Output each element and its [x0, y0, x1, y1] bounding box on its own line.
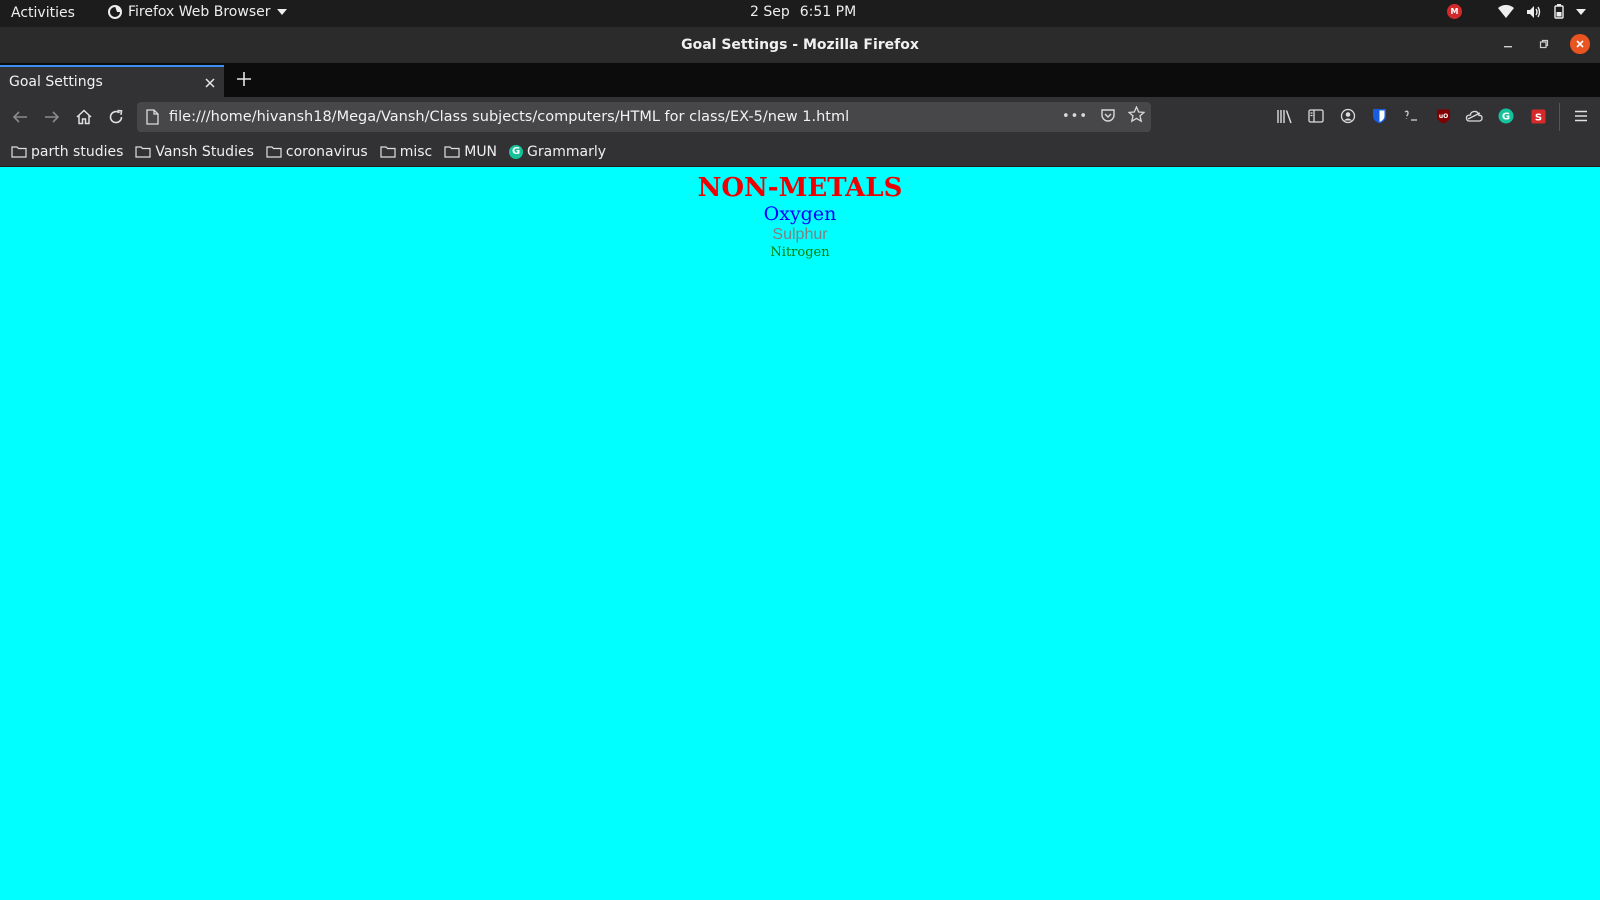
reload-icon — [109, 109, 123, 124]
back-arrow-icon — [12, 111, 27, 123]
tab-label: Goal Settings — [9, 74, 103, 90]
window-title-bar: Goal Settings - Mozilla Firefox — [0, 27, 1600, 63]
library-button[interactable] — [1273, 105, 1295, 127]
grammarly-icon: G — [509, 144, 524, 159]
folder-icon — [266, 146, 282, 158]
url-actions: ••• — [1062, 105, 1146, 127]
minimize-icon — [1504, 46, 1512, 48]
folder-icon — [380, 146, 396, 158]
bookmark-label: MUN — [464, 143, 498, 160]
bookmark-label: parth studies — [31, 143, 124, 160]
clock-date: 2 Sep — [750, 4, 790, 20]
system-tray[interactable]: M — [1447, 4, 1586, 19]
terminal-icon — [1404, 110, 1417, 121]
list-item-nitrogen: Nitrogen — [770, 245, 830, 260]
ublock-icon: uO — [1436, 109, 1450, 124]
star-icon — [1127, 105, 1146, 123]
page-content: NON-METALS Oxygen Sulphur Nitrogen — [0, 167, 1600, 900]
url-text: file:///home/hivansh18/Mega/Vansh/Class … — [169, 109, 850, 125]
restore-icon — [1539, 39, 1549, 49]
address-bar[interactable]: file:///home/hivansh18/Mega/Vansh/Class … — [137, 102, 1151, 132]
system-top-bar: Activities Firefox Web Browser 2 Sep 6:51… — [0, 0, 1600, 27]
folder-icon — [135, 146, 151, 158]
svg-text:S: S — [1534, 112, 1541, 123]
close-icon — [205, 78, 215, 88]
home-icon — [76, 109, 92, 125]
account-icon — [1340, 108, 1356, 124]
folder-icon — [444, 146, 460, 158]
pocket-button[interactable] — [1100, 107, 1116, 127]
bookmarks-toolbar: parth studies Vansh Studies coronavirus … — [0, 137, 1600, 167]
tab-close-button[interactable] — [204, 72, 216, 93]
activities-button[interactable]: Activities — [11, 5, 75, 21]
list-item-oxygen: Oxygen — [763, 203, 837, 225]
chevron-down-icon — [276, 9, 287, 15]
chevron-down-icon — [1576, 8, 1586, 15]
terminal-extension-button[interactable] — [1400, 105, 1422, 127]
bookmark-label: misc — [399, 143, 433, 160]
app-menu[interactable]: Firefox Web Browser — [108, 4, 287, 20]
close-window-button[interactable] — [1570, 34, 1590, 54]
svg-text:uO: uO — [1438, 113, 1447, 120]
s-extension-button[interactable]: S — [1527, 105, 1549, 127]
volume-icon — [1527, 5, 1541, 18]
plus-icon — [237, 72, 251, 86]
list-item-sulphur: Sulphur — [772, 226, 828, 243]
maximize-button[interactable] — [1534, 34, 1554, 54]
bookmark-folder-parth-studies[interactable]: parth studies — [11, 144, 123, 160]
library-icon — [1276, 109, 1292, 123]
grammarly-icon: G — [1498, 108, 1514, 124]
account-button[interactable] — [1337, 105, 1359, 127]
bookmark-folder-coronavirus[interactable]: coronavirus — [266, 144, 368, 160]
home-button[interactable] — [72, 105, 96, 129]
app-menu-button[interactable] — [1570, 105, 1592, 127]
bookmark-folder-misc[interactable]: misc — [380, 143, 433, 160]
forward-button[interactable] — [40, 105, 64, 129]
grammarly-extension-button[interactable]: G — [1495, 105, 1517, 127]
bookmark-label: Grammarly — [527, 143, 607, 160]
bookmark-folder-vansh-studies[interactable]: Vansh Studies — [135, 144, 254, 160]
svg-text:G: G — [1502, 112, 1510, 123]
navigation-toolbar: file:///home/hivansh18/Mega/Vansh/Class … — [0, 97, 1600, 137]
bitwarden-icon — [1372, 109, 1386, 124]
gmail-indicator-icon[interactable]: M — [1447, 4, 1462, 19]
s-extension-icon: S — [1531, 109, 1545, 123]
close-icon — [1576, 40, 1584, 48]
page-icon — [146, 109, 159, 125]
app-menu-label: Firefox Web Browser — [128, 4, 271, 20]
minimize-button[interactable] — [1498, 34, 1518, 54]
ublock-extension-button[interactable]: uO — [1432, 105, 1454, 127]
clock[interactable]: 2 Sep 6:51 PM — [750, 4, 856, 20]
hamburger-menu-icon — [1575, 110, 1587, 122]
bookmark-grammarly[interactable]: G Grammarly — [509, 144, 606, 160]
wifi-icon — [1498, 5, 1514, 18]
forward-arrow-icon — [45, 111, 60, 123]
page-heading: NON-METALS — [697, 173, 903, 203]
sidebar-button[interactable] — [1305, 105, 1327, 127]
back-button[interactable] — [8, 105, 32, 129]
pocket-icon — [1101, 108, 1115, 122]
bookmark-label: Vansh Studies — [155, 143, 254, 160]
window-title: Goal Settings - Mozilla Firefox — [681, 37, 919, 53]
battery-icon — [1554, 4, 1564, 19]
new-tab-button[interactable] — [231, 65, 257, 93]
window-controls — [1498, 34, 1590, 54]
toolbar-separator — [1559, 103, 1560, 131]
folder-icon — [11, 146, 27, 158]
page-actions-button[interactable]: ••• — [1062, 109, 1088, 124]
reload-button[interactable] — [104, 105, 128, 129]
clock-time: 6:51 PM — [799, 4, 857, 20]
tab-goal-settings[interactable]: Goal Settings — [0, 65, 224, 97]
sidebar-icon — [1308, 109, 1324, 123]
bookmark-star-button[interactable] — [1127, 105, 1146, 127]
bookmark-label: coronavirus — [285, 143, 368, 160]
bookmark-folder-mun[interactable]: MUN — [444, 144, 497, 160]
cloud-extension-button[interactable] — [1463, 105, 1485, 127]
firefox-icon — [108, 5, 122, 19]
cloud-icon — [1465, 110, 1483, 122]
bitwarden-extension-button[interactable] — [1368, 105, 1390, 127]
